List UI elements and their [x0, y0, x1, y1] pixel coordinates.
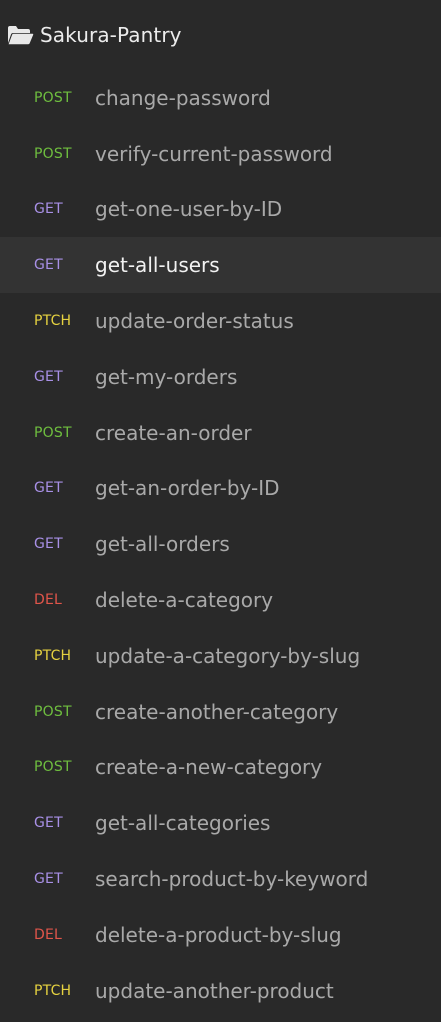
request-item-get-an-order-by-ID[interactable]: GET get-an-order-by-ID	[0, 461, 441, 517]
request-item-verify-current-password[interactable]: POST verify-current-password	[0, 126, 441, 182]
request-name: create-an-order	[95, 420, 252, 445]
method-badge: POST	[34, 424, 72, 441]
request-item-update-order-status[interactable]: PTCH update-order-status	[0, 293, 441, 349]
request-item-get-all-users[interactable]: GET get-all-users	[0, 237, 441, 294]
method-badge: POST	[34, 145, 72, 162]
request-item-delete-a-category[interactable]: DEL delete-a-category	[0, 572, 441, 628]
method-badge: POST	[34, 703, 72, 720]
request-name: update-order-status	[95, 309, 294, 334]
request-item-create-an-order[interactable]: POST create-an-order	[0, 405, 441, 461]
method-badge: GET	[34, 480, 63, 497]
request-name: get-all-orders	[95, 532, 230, 557]
request-name: change-password	[95, 85, 271, 110]
request-name: delete-a-category	[95, 588, 274, 613]
request-name: verify-current-password	[95, 141, 333, 166]
request-name: get-one-user-by-ID	[95, 197, 283, 222]
request-item-delete-a-product-by-slug[interactable]: DEL delete-a-product-by-slug	[0, 907, 441, 963]
request-name: get-all-users	[95, 253, 220, 278]
method-badge: DEL	[34, 926, 63, 943]
method-badge: GET	[34, 871, 63, 888]
method-badge: POST	[34, 759, 72, 776]
request-list: POST change-password POST verify-current-pa…	[0, 70, 441, 1019]
request-name: get-my-orders	[95, 364, 238, 389]
method-badge: PTCH	[34, 982, 72, 999]
request-sidebar: Sakura-Pantry POST change-password POST ver…	[0, 0, 441, 1022]
method-badge: GET	[34, 536, 63, 553]
method-badge: POST	[34, 89, 72, 106]
request-name: create-another-category	[95, 699, 339, 724]
request-item-get-all-categories[interactable]: GET get-all-categories	[0, 795, 441, 851]
request-name: get-all-categories	[95, 811, 271, 836]
method-badge: PTCH	[34, 313, 72, 330]
folder-name: Sakura-Pantry	[40, 23, 182, 47]
request-item-create-another-category[interactable]: POST create-another-category	[0, 684, 441, 740]
method-badge: GET	[34, 815, 63, 832]
method-badge: GET	[34, 368, 63, 385]
request-item-get-one-user-by-ID[interactable]: GET get-one-user-by-ID	[0, 182, 441, 238]
request-item-update-a-category-by-slug[interactable]: PTCH update-a-category-by-slug	[0, 628, 441, 684]
method-badge: DEL	[34, 592, 63, 609]
method-badge: PTCH	[34, 647, 72, 664]
request-item-create-a-new-category[interactable]: POST create-a-new-category	[0, 740, 441, 796]
request-name: get-an-order-by-ID	[95, 476, 280, 501]
request-name: create-a-new-category	[95, 755, 323, 780]
request-name: update-a-category-by-slug	[95, 643, 361, 668]
request-name: search-product-by-keyword	[95, 867, 369, 892]
method-badge: GET	[34, 257, 63, 274]
folder-header[interactable]: Sakura-Pantry	[0, 0, 441, 70]
request-item-get-my-orders[interactable]: GET get-my-orders	[0, 349, 441, 405]
folder-open-icon	[6, 24, 34, 46]
request-name: update-another-product	[95, 978, 334, 1003]
method-badge: GET	[34, 201, 63, 218]
request-name: delete-a-product-by-slug	[95, 922, 342, 947]
request-item-search-product-by-keyword[interactable]: GET search-product-by-keyword	[0, 851, 441, 907]
request-item-get-all-orders[interactable]: GET get-all-orders	[0, 516, 441, 572]
request-item-change-password[interactable]: POST change-password	[0, 70, 441, 126]
request-item-update-another-product[interactable]: PTCH update-another-product	[0, 963, 441, 1019]
